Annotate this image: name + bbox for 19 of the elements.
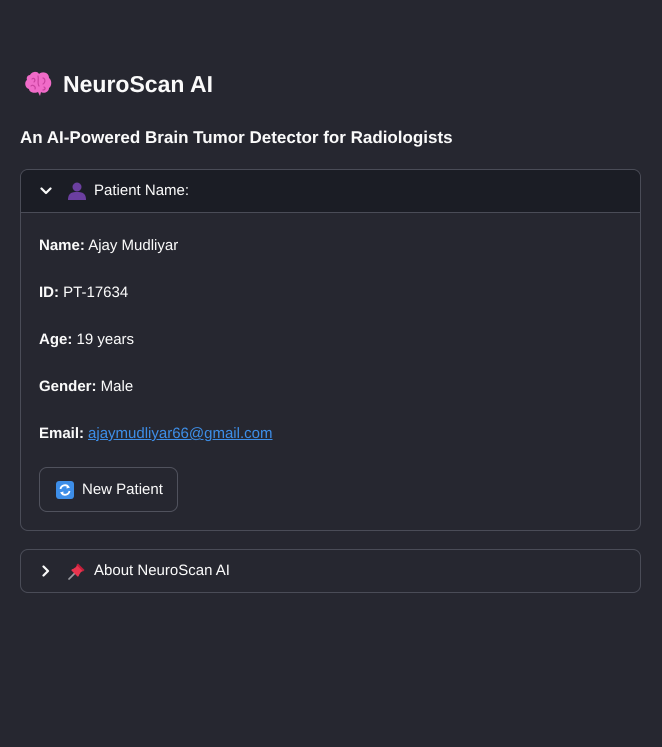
patient-detail: Name: Ajay Mudliyar: [39, 236, 180, 256]
refresh-icon: [56, 480, 74, 498]
expander-label: Patient Name:: [94, 181, 190, 201]
app-subtitle: An AI-Powered Brain Tumor Detector for Radiologists: [20, 127, 454, 149]
chevron-down-icon[interactable]: [40, 187, 52, 195]
expander-header[interactable]: Patient Name:: [21, 170, 640, 213]
expander-header[interactable]: About NeuroScan AI: [21, 550, 640, 592]
patient-detail: Gender: Male: [39, 377, 134, 397]
field-label: Email:: [39, 424, 84, 444]
app-title: NeuroScan AI: [63, 70, 213, 99]
email-link[interactable]: ajaymudliyar66@gmail.com: [88, 422, 272, 446]
pushpin-icon: [68, 562, 86, 580]
person-icon: [68, 182, 86, 200]
patient-detail: ID: PT-17634: [39, 283, 130, 303]
patient-detail: Age: 19 years: [39, 330, 136, 350]
new-patient-button[interactable]: New Patient: [39, 467, 178, 512]
brain-icon: [24, 71, 52, 97]
chevron-right-icon[interactable]: [42, 565, 50, 577]
expander-label: About NeuroScan AI: [94, 561, 230, 581]
